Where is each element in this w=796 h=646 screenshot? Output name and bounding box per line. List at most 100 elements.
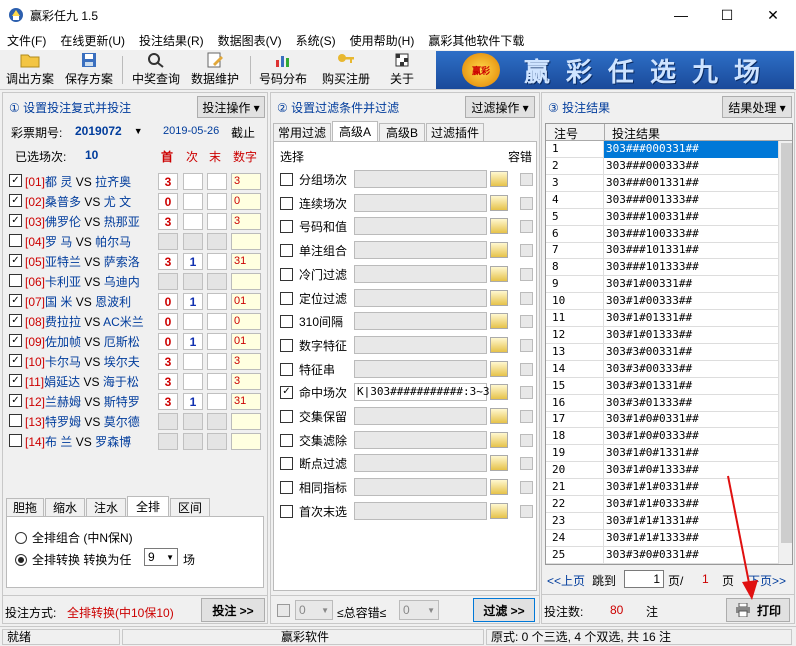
table-row[interactable]: 5 303###100331## bbox=[546, 208, 778, 226]
filter-checkbox[interactable]: ✓ bbox=[280, 385, 293, 399]
table-row[interactable]: 2 303###000333## bbox=[546, 157, 778, 175]
tolerance-checkbox[interactable] bbox=[277, 604, 290, 617]
filter-checkbox[interactable] bbox=[280, 196, 293, 210]
last-choice-cell[interactable] bbox=[207, 413, 227, 430]
filter-value-field[interactable] bbox=[354, 289, 487, 307]
second-choice-cell[interactable] bbox=[183, 313, 203, 330]
tolerance-checkbox[interactable] bbox=[520, 219, 533, 233]
result-ops-button[interactable]: 结果处理 ▾ bbox=[722, 96, 792, 118]
save-plan-button[interactable]: 保存方案 bbox=[62, 52, 116, 88]
tolerance-checkbox[interactable] bbox=[520, 243, 533, 257]
radio-full-convert[interactable]: 全排转换 转换为任 bbox=[15, 551, 131, 568]
filter-checkbox[interactable] bbox=[280, 362, 293, 376]
match-checkbox[interactable]: ✓ bbox=[9, 254, 22, 267]
tab-advanced-a[interactable]: 高级A bbox=[332, 121, 378, 141]
last-choice-cell[interactable] bbox=[207, 273, 227, 290]
filter-value-field[interactable] bbox=[354, 407, 487, 425]
register-button[interactable]: 购买注册 bbox=[318, 52, 374, 88]
convert-select[interactable]: 9 ▼ bbox=[144, 548, 178, 566]
first-choice-cell[interactable] bbox=[158, 273, 178, 290]
menu-help[interactable]: 使用帮助(H) bbox=[343, 32, 422, 49]
edit-icon[interactable] bbox=[490, 455, 508, 471]
edit-icon[interactable] bbox=[490, 479, 508, 495]
tab-quanpai[interactable]: 全排 bbox=[127, 496, 169, 516]
table-row[interactable]: 19 303#1#0#1331## bbox=[546, 445, 778, 463]
last-choice-cell[interactable] bbox=[207, 433, 227, 450]
menu-system[interactable]: 系统(S) bbox=[289, 32, 343, 49]
tolerance-checkbox[interactable] bbox=[520, 196, 533, 210]
about-button[interactable]: 关于 bbox=[382, 52, 422, 88]
first-choice-cell[interactable]: 3 bbox=[158, 173, 178, 190]
first-choice-cell[interactable]: 0 bbox=[158, 193, 178, 210]
last-choice-cell[interactable] bbox=[207, 393, 227, 410]
number-input[interactable]: 3 bbox=[231, 353, 261, 370]
page-input[interactable]: 1 bbox=[624, 570, 664, 588]
tolerance-checkbox[interactable] bbox=[520, 409, 533, 423]
second-choice-cell[interactable] bbox=[183, 273, 203, 290]
match-checkbox[interactable]: ✓ bbox=[9, 174, 22, 187]
filter-checkbox[interactable] bbox=[280, 504, 293, 518]
first-choice-cell[interactable]: 3 bbox=[158, 373, 178, 390]
edit-icon[interactable] bbox=[490, 266, 508, 282]
tolerance-checkbox[interactable] bbox=[520, 172, 533, 186]
second-choice-cell[interactable] bbox=[183, 173, 203, 190]
first-choice-cell[interactable]: 0 bbox=[158, 293, 178, 310]
last-choice-cell[interactable] bbox=[207, 313, 227, 330]
tolerance-checkbox[interactable] bbox=[520, 456, 533, 470]
filter-checkbox[interactable] bbox=[280, 243, 293, 257]
bet-ops-button[interactable]: 投注操作 ▾ bbox=[197, 96, 265, 118]
table-row[interactable]: 15 303#3#01331## bbox=[546, 377, 778, 395]
first-choice-cell[interactable] bbox=[158, 233, 178, 250]
filter-value-field[interactable] bbox=[354, 360, 487, 378]
tolerance-checkbox[interactable] bbox=[520, 338, 533, 352]
number-input[interactable]: 31 bbox=[231, 393, 261, 410]
tolerance-checkbox[interactable] bbox=[520, 314, 533, 328]
tolerance-checkbox[interactable] bbox=[520, 504, 533, 518]
number-input[interactable] bbox=[231, 433, 261, 450]
table-row[interactable]: 8 303###101333## bbox=[546, 259, 778, 277]
table-row[interactable]: 18 303#1#0#0333## bbox=[546, 428, 778, 446]
last-choice-cell[interactable] bbox=[207, 233, 227, 250]
number-input[interactable]: 3 bbox=[231, 173, 261, 190]
menu-file[interactable]: 文件(F) bbox=[0, 32, 53, 49]
maximize-button[interactable]: ☐ bbox=[704, 0, 750, 30]
edit-icon[interactable] bbox=[490, 242, 508, 258]
filter-checkbox[interactable] bbox=[280, 338, 293, 352]
table-row[interactable]: 11 303#1#01331## bbox=[546, 310, 778, 327]
first-choice-cell[interactable] bbox=[158, 433, 178, 450]
filter-value-field[interactable] bbox=[354, 502, 487, 520]
number-input[interactable] bbox=[231, 273, 261, 290]
second-choice-cell[interactable] bbox=[183, 353, 203, 370]
filter-checkbox[interactable] bbox=[280, 456, 293, 470]
prev-page-link[interactable]: <<上页 bbox=[547, 572, 585, 589]
second-choice-cell[interactable]: 1 bbox=[183, 333, 203, 350]
match-checkbox[interactable]: ✓ bbox=[9, 194, 22, 207]
tolerance-min-select[interactable]: 0 ▼ bbox=[295, 600, 333, 620]
tolerance-checkbox[interactable] bbox=[520, 433, 533, 447]
number-distribution-button[interactable]: 号码分布 bbox=[256, 52, 310, 88]
edit-icon[interactable] bbox=[490, 503, 508, 519]
last-choice-cell[interactable] bbox=[207, 373, 227, 390]
number-input[interactable] bbox=[231, 413, 261, 430]
filter-value-field[interactable] bbox=[354, 170, 487, 188]
filter-checkbox[interactable] bbox=[280, 433, 293, 447]
table-row[interactable]: 16 303#3#01333## bbox=[546, 394, 778, 412]
match-checkbox[interactable] bbox=[9, 274, 22, 287]
first-choice-cell[interactable]: 0 bbox=[158, 313, 178, 330]
tab-zhushui[interactable]: 注水 bbox=[86, 498, 126, 516]
table-row[interactable]: 3 303###001331## bbox=[546, 174, 778, 192]
table-row[interactable]: 6 303###100333## bbox=[546, 225, 778, 243]
tab-common-filter[interactable]: 常用过滤 bbox=[273, 123, 331, 141]
first-choice-cell[interactable]: 3 bbox=[158, 253, 178, 270]
match-checkbox[interactable] bbox=[9, 434, 22, 447]
filter-checkbox[interactable] bbox=[280, 219, 293, 233]
filter-value-field[interactable] bbox=[354, 431, 487, 449]
filter-value-field[interactable] bbox=[354, 312, 487, 330]
last-choice-cell[interactable] bbox=[207, 353, 227, 370]
last-choice-cell[interactable] bbox=[207, 193, 227, 210]
grid-scrollbar[interactable] bbox=[778, 141, 792, 564]
data-maintain-button[interactable]: 数据维护 bbox=[188, 52, 242, 88]
close-button[interactable]: ✕ bbox=[750, 0, 796, 30]
second-choice-cell[interactable] bbox=[183, 213, 203, 230]
second-choice-cell[interactable] bbox=[183, 373, 203, 390]
